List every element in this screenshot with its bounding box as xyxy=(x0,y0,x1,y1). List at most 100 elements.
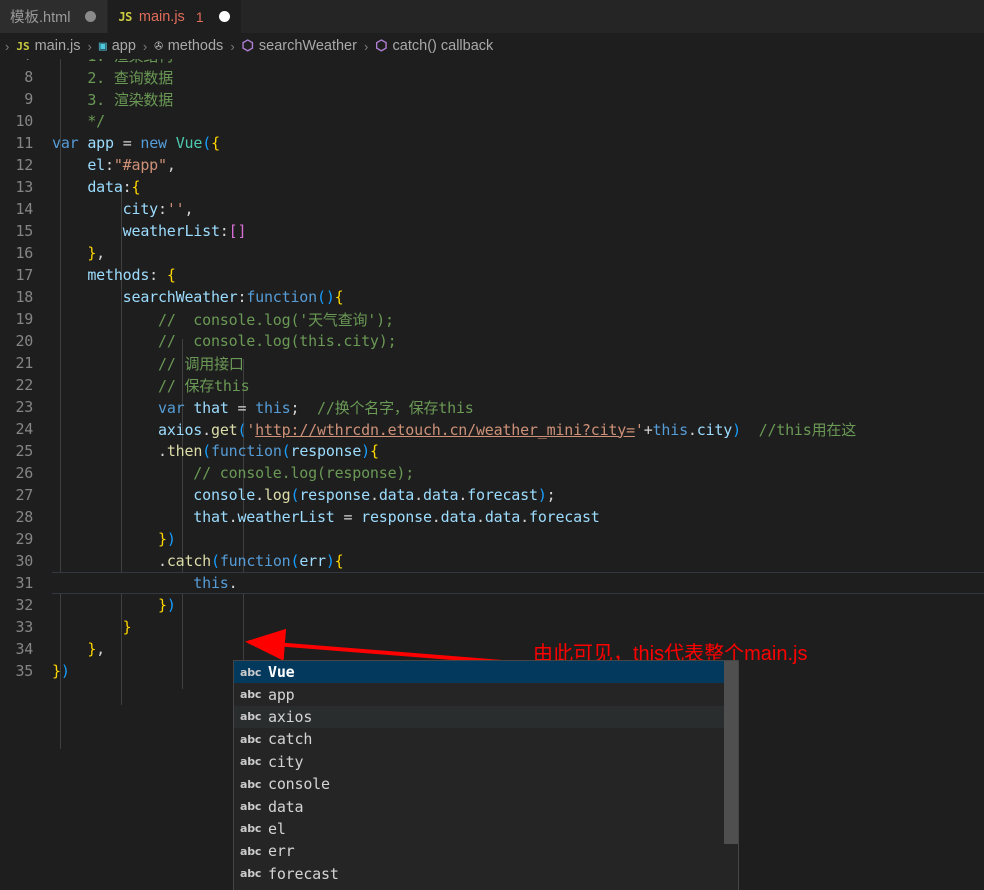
code-line[interactable]: 8 2. 查询数据 xyxy=(0,66,984,88)
line-number: 18 xyxy=(15,288,34,306)
breadcrumb-item-catch-callback[interactable]: ⬡ catch() callback xyxy=(373,38,495,54)
line-content[interactable]: // 保存this xyxy=(52,375,250,396)
code-line[interactable]: 32 }) xyxy=(0,594,984,616)
breadcrumb-item-file[interactable]: JS main.js xyxy=(14,38,82,54)
code-line[interactable]: 20 // console.log(this.city); xyxy=(0,330,984,352)
code-line[interactable]: 14 city:'', xyxy=(0,198,984,220)
line-content[interactable]: }) xyxy=(52,596,176,614)
suggest-item[interactable]: abc Vue xyxy=(234,661,738,684)
code-line[interactable]: 19 // console.log('天气查询'); xyxy=(0,308,984,330)
line-content[interactable]: // 调用接口 xyxy=(52,353,244,374)
line-content[interactable]: // console.log('天气查询'); xyxy=(52,309,394,330)
cube-icon: ⬡ xyxy=(375,38,388,54)
line-content[interactable]: console.log(response.data.data.forecast)… xyxy=(52,486,555,504)
line-content[interactable]: }, xyxy=(52,244,105,262)
code-line[interactable]: 9 3. 渲染数据 xyxy=(0,88,984,110)
suggest-scrollbar[interactable] xyxy=(724,661,738,890)
breadcrumb-separator: › xyxy=(5,38,10,54)
breadcrumb-label: methods xyxy=(167,38,224,54)
line-content[interactable]: // console.log(this.city); xyxy=(52,332,397,350)
code-line[interactable]: 21 // 调用接口 xyxy=(0,352,984,374)
code-line[interactable]: 10 */ xyxy=(0,110,984,132)
code-line[interactable]: 17 methods: { xyxy=(0,264,984,286)
code-line[interactable]: 30 .catch(function(err){ xyxy=(0,550,984,572)
tab-template-html[interactable]: 模板.html xyxy=(0,0,109,33)
code-line[interactable]: 31 this. xyxy=(0,572,984,594)
unsaved-dot-icon[interactable] xyxy=(218,11,230,22)
line-content[interactable]: */ xyxy=(52,112,105,130)
code-line[interactable]: 11 var app = new Vue({ xyxy=(0,132,984,154)
line-content[interactable]: // console.log(response); xyxy=(52,464,414,482)
line-content[interactable]: 3. 渲染数据 xyxy=(52,89,173,110)
line-content[interactable]: that.weatherList = response.data.data.fo… xyxy=(52,508,600,526)
line-number: 26 xyxy=(15,464,34,482)
code-line[interactable]: 27 console.log(response.data.data.foreca… xyxy=(0,484,984,506)
code-line[interactable]: 34 }, xyxy=(0,638,984,660)
suggest-kind-icon: abc xyxy=(240,732,262,746)
code-line[interactable]: 16 }, xyxy=(0,242,984,264)
line-number: 21 xyxy=(15,354,34,372)
line-number: 10 xyxy=(15,112,34,130)
code-line[interactable]: 12 el:"#app", xyxy=(0,154,984,176)
suggest-item-label: el xyxy=(268,819,286,838)
code-line[interactable]: 23 var that = this; //换个名字，保存this xyxy=(0,396,984,418)
line-content[interactable]: searchWeather:function(){ xyxy=(52,288,344,306)
suggest-item[interactable]: abc console xyxy=(234,773,738,795)
code-line[interactable]: 25 .then(function(response){ xyxy=(0,440,984,462)
wrench-icon: ✇ xyxy=(154,38,163,54)
suggest-item[interactable]: abc err xyxy=(234,840,738,862)
line-content[interactable]: city:'', xyxy=(52,200,194,218)
line-content[interactable]: methods: { xyxy=(52,266,176,284)
code-line[interactable]: 7 1. 渲染结构 xyxy=(0,59,984,66)
line-content[interactable]: .then(function(response){ xyxy=(52,442,379,460)
suggest-item[interactable]: abcget xyxy=(234,885,738,890)
line-number: 31 xyxy=(15,574,34,592)
suggest-scrollbar-thumb[interactable] xyxy=(724,661,738,844)
suggest-item[interactable]: abc city xyxy=(234,751,738,773)
suggest-item[interactable]: abc data xyxy=(234,795,738,817)
code-editor[interactable]: 7 1. 渲染结构8 2. 查询数据9 3. 渲染数据10 */11var ap… xyxy=(0,59,984,890)
suggest-list[interactable]: abc Vue abc app abc axios abc catch abc city abc co… xyxy=(234,661,738,890)
suggest-item[interactable]: abc app xyxy=(234,683,738,705)
line-number: 29 xyxy=(15,530,34,548)
suggest-item[interactable]: abc axios xyxy=(234,705,738,729)
code-line[interactable]: 18 searchWeather:function(){ xyxy=(0,286,984,308)
line-content[interactable]: } xyxy=(52,618,132,636)
line-number: 23 xyxy=(15,398,34,416)
code-line[interactable]: 26 // console.log(response); xyxy=(0,462,984,484)
suggest-kind-icon: abc xyxy=(240,688,262,702)
tab-main-js[interactable]: JS main.js 1 xyxy=(108,0,242,33)
suggest-item[interactable]: abc el xyxy=(234,818,738,840)
line-content[interactable]: }) xyxy=(52,530,176,548)
code-line[interactable]: 22 // 保存this xyxy=(0,374,984,396)
line-number: 24 xyxy=(15,420,34,438)
code-line[interactable]: 29 }) xyxy=(0,528,984,550)
unsaved-dot-icon[interactable] xyxy=(85,11,97,22)
breadcrumb-item-app[interactable]: ▣ app xyxy=(97,38,138,54)
breadcrumb-item-methods[interactable]: ✇ methods xyxy=(152,38,225,54)
code-line[interactable]: 13 data:{ xyxy=(0,176,984,198)
line-content[interactable]: axios.get('http://wthrcdn.etouch.cn/weat… xyxy=(52,419,856,440)
line-number: 9 xyxy=(24,90,33,108)
line-content[interactable]: 2. 查询数据 xyxy=(52,67,173,88)
line-content[interactable]: this. xyxy=(52,574,237,592)
code-line[interactable]: 24 axios.get('http://wthrcdn.etouch.cn/w… xyxy=(0,418,984,440)
line-content[interactable]: .catch(function(err){ xyxy=(52,552,344,570)
suggest-item-label: forecast xyxy=(268,864,339,883)
code-line[interactable]: 28 that.weatherList = response.data.data… xyxy=(0,506,984,528)
autocomplete-suggest-widget[interactable]: abc Vue abc app abc axios abc catch abc city abc co… xyxy=(233,660,739,890)
line-content[interactable]: weatherList:[] xyxy=(52,222,247,240)
line-content[interactable]: 1. 渲染结构 xyxy=(52,59,173,66)
line-content[interactable]: el:"#app", xyxy=(52,156,176,174)
line-content[interactable]: var app = new Vue({ xyxy=(52,134,220,152)
line-content[interactable]: }) xyxy=(52,662,70,680)
suggest-item[interactable]: abc catch xyxy=(234,728,738,750)
line-content[interactable]: }, xyxy=(52,640,105,658)
code-line[interactable]: 33 } xyxy=(0,616,984,638)
code-line[interactable]: 15 weatherList:[] xyxy=(0,220,984,242)
cube-icon: ⬡ xyxy=(241,38,254,54)
breadcrumb-item-searchweather[interactable]: ⬡ searchWeather xyxy=(240,38,359,54)
line-content[interactable]: data:{ xyxy=(52,178,140,196)
line-content[interactable]: var that = this; //换个名字，保存this xyxy=(52,397,474,418)
suggest-item[interactable]: abc forecast xyxy=(234,863,738,885)
